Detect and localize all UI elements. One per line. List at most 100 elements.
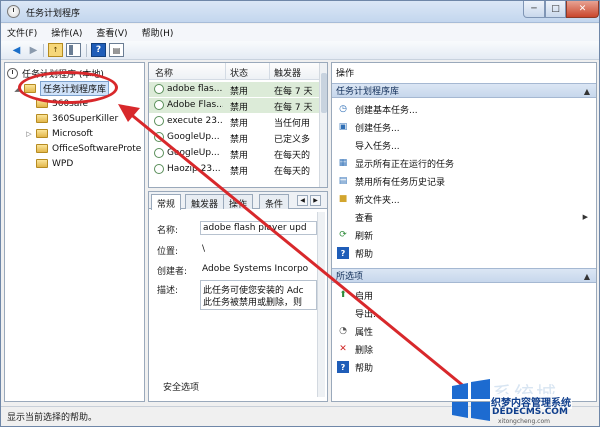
- action-label: 新文件夹...: [355, 195, 400, 206]
- security-options-label: 安全选项: [163, 383, 200, 393]
- action-label: 启用: [355, 291, 374, 302]
- task-icon: ▣: [338, 122, 348, 132]
- action-export[interactable]: 导出...: [332, 304, 596, 322]
- task-clock-icon: [154, 148, 164, 158]
- folder-icon: [36, 114, 48, 123]
- column-header-status[interactable]: 状态: [230, 66, 248, 79]
- clock-icon: ◷: [339, 104, 347, 114]
- action-label: 查看: [355, 213, 374, 224]
- action-help-selected[interactable]: ? 帮助: [332, 358, 596, 376]
- action-disable-history[interactable]: ▤ 禁用所有任务历史记录: [332, 172, 596, 190]
- tab-general[interactable]: 常规: [151, 194, 182, 210]
- author-value: Adobe Systems Incorpo: [202, 264, 309, 274]
- description-field[interactable]: 此任务可使您安装的 Adc 此任务被禁用或删除，则: [200, 280, 317, 310]
- actions-section-selected[interactable]: 所选项 ▲: [332, 268, 596, 283]
- maximize-button[interactable]: □: [545, 1, 566, 18]
- table-row[interactable]: GoogleUp... 禁用 已定义多: [149, 130, 321, 145]
- task-list-scrollbar[interactable]: [319, 63, 327, 187]
- column-header-name[interactable]: 名称: [155, 66, 173, 79]
- column-divider[interactable]: [269, 63, 270, 80]
- table-row[interactable]: Haozip 23... 禁用 在每天的: [149, 162, 321, 177]
- detail-scrollbar[interactable]: [317, 212, 325, 397]
- blank-icon: [337, 307, 349, 319]
- column-header-trigger[interactable]: 触发器: [274, 66, 301, 79]
- properties-icon[interactable]: ▤: [109, 43, 124, 57]
- action-label: 帮助: [355, 363, 374, 374]
- expand-arrow-icon[interactable]: ▷: [25, 130, 33, 138]
- action-label: 导入任务...: [355, 141, 400, 152]
- task-trigger: 已定义多: [274, 135, 311, 145]
- scrollbar-thumb[interactable]: [321, 73, 327, 113]
- section-title: 任务计划程序库: [336, 87, 400, 97]
- table-row[interactable]: adobe flas... 禁用 在每 7 天: [149, 82, 321, 97]
- menu-help[interactable]: 帮助(H): [142, 26, 174, 39]
- action-import-task[interactable]: 导入任务...: [332, 136, 596, 154]
- author-label: 创建者:: [157, 267, 188, 277]
- tree-item-label: WPD: [52, 158, 74, 169]
- tab-triggers[interactable]: 触发器: [185, 194, 225, 210]
- show-hide-pane-icon[interactable]: [66, 43, 81, 57]
- action-new-folder[interactable]: ■ 新文件夹...: [332, 190, 596, 208]
- clock-icon: [7, 68, 18, 79]
- close-button[interactable]: ✕: [566, 1, 599, 18]
- tree-item-360superkiller[interactable]: 360SuperKiller: [5, 111, 144, 126]
- column-divider[interactable]: [225, 63, 226, 80]
- task-status: 禁用: [230, 167, 249, 177]
- minimize-button[interactable]: ─: [523, 1, 545, 18]
- help-icon[interactable]: ?: [91, 43, 106, 57]
- toolbar-separator: [86, 44, 87, 57]
- annotation-circle: [18, 71, 118, 104]
- tab-actions[interactable]: 操作: [223, 194, 254, 210]
- task-detail-pane: 常规 触发器 操作 条件 ◀ ▶ 名称: adobe flash player …: [148, 191, 328, 402]
- folder-icon: [36, 129, 48, 138]
- task-trigger: 当任何用: [274, 119, 311, 129]
- table-row[interactable]: GoogleUp... 禁用 在每天的: [149, 146, 321, 161]
- running-tasks-icon: ▦: [338, 158, 348, 168]
- tab-scroll-left-icon[interactable]: ◀: [297, 195, 308, 206]
- tree-item-wpd[interactable]: WPD: [5, 156, 144, 171]
- action-refresh[interactable]: ⟳ 刷新: [332, 226, 596, 244]
- task-list-header: 名称 状态 触发器: [149, 63, 321, 80]
- action-label: 刷新: [355, 231, 374, 242]
- action-delete[interactable]: ✕ 删除: [332, 340, 596, 358]
- forward-arrow-icon[interactable]: ▶: [26, 43, 41, 57]
- action-label: 禁用所有任务历史记录: [355, 177, 446, 188]
- blank-icon: [337, 211, 349, 223]
- action-help[interactable]: ? 帮助: [332, 244, 596, 262]
- toolbar-separator: [43, 44, 44, 57]
- collapse-caret-icon[interactable]: ▲: [584, 87, 590, 96]
- tree-item-officesoftwareprotection[interactable]: OfficeSoftwareProte: [5, 141, 144, 156]
- table-row[interactable]: Adobe Flas... 禁用 在每 7 天: [149, 98, 321, 113]
- task-trigger: 在每 7 天: [274, 103, 313, 113]
- collapse-caret-icon[interactable]: ▲: [584, 272, 590, 281]
- section-title: 所选项: [336, 272, 364, 282]
- action-view[interactable]: 查看 ▶: [332, 208, 596, 226]
- back-arrow-icon[interactable]: ◀: [9, 43, 24, 57]
- menu-file[interactable]: 文件(F): [7, 26, 37, 39]
- action-properties[interactable]: ◔ 属性: [332, 322, 596, 340]
- tree-item-microsoft[interactable]: ▷ Microsoft: [5, 126, 144, 141]
- tab-scroll-right-icon[interactable]: ▶: [310, 195, 321, 206]
- help-icon: ?: [337, 361, 349, 373]
- task-clock-icon: [154, 132, 164, 142]
- location-value: \: [202, 244, 206, 254]
- name-value: adobe flash player upd: [203, 223, 307, 233]
- action-enable[interactable]: ⬆ 启用: [332, 286, 596, 304]
- action-label: 导出...: [355, 309, 382, 320]
- action-create-basic-task[interactable]: ◷ 创建基本任务...: [332, 100, 596, 118]
- task-list: 名称 状态 触发器 adobe flas... 禁用 在每 7 天 Adobe …: [148, 62, 328, 188]
- action-create-task[interactable]: ▣ 创建任务...: [332, 118, 596, 136]
- menu-view[interactable]: 查看(V): [96, 26, 127, 39]
- status-text: 显示当前选择的帮助。: [7, 413, 98, 423]
- task-status: 禁用: [230, 87, 249, 97]
- up-folder-icon[interactable]: ↑: [48, 43, 63, 57]
- tab-conditions[interactable]: 条件: [259, 194, 290, 210]
- menu-action[interactable]: 操作(A): [51, 26, 82, 39]
- action-show-running-tasks[interactable]: ▦ 显示所有正在运行的任务: [332, 154, 596, 172]
- actions-pane: 操作 任务计划程序库 ▲ ◷ 创建基本任务... ▣ 创建任务... 导入任务.…: [331, 62, 597, 402]
- submenu-arrow-icon: ▶: [582, 213, 588, 221]
- actions-section-library[interactable]: 任务计划程序库 ▲: [332, 83, 596, 98]
- action-label: 属性: [355, 327, 374, 338]
- name-field[interactable]: adobe flash player upd: [200, 221, 317, 235]
- table-row[interactable]: execute 23... 禁用 当任何用: [149, 114, 321, 129]
